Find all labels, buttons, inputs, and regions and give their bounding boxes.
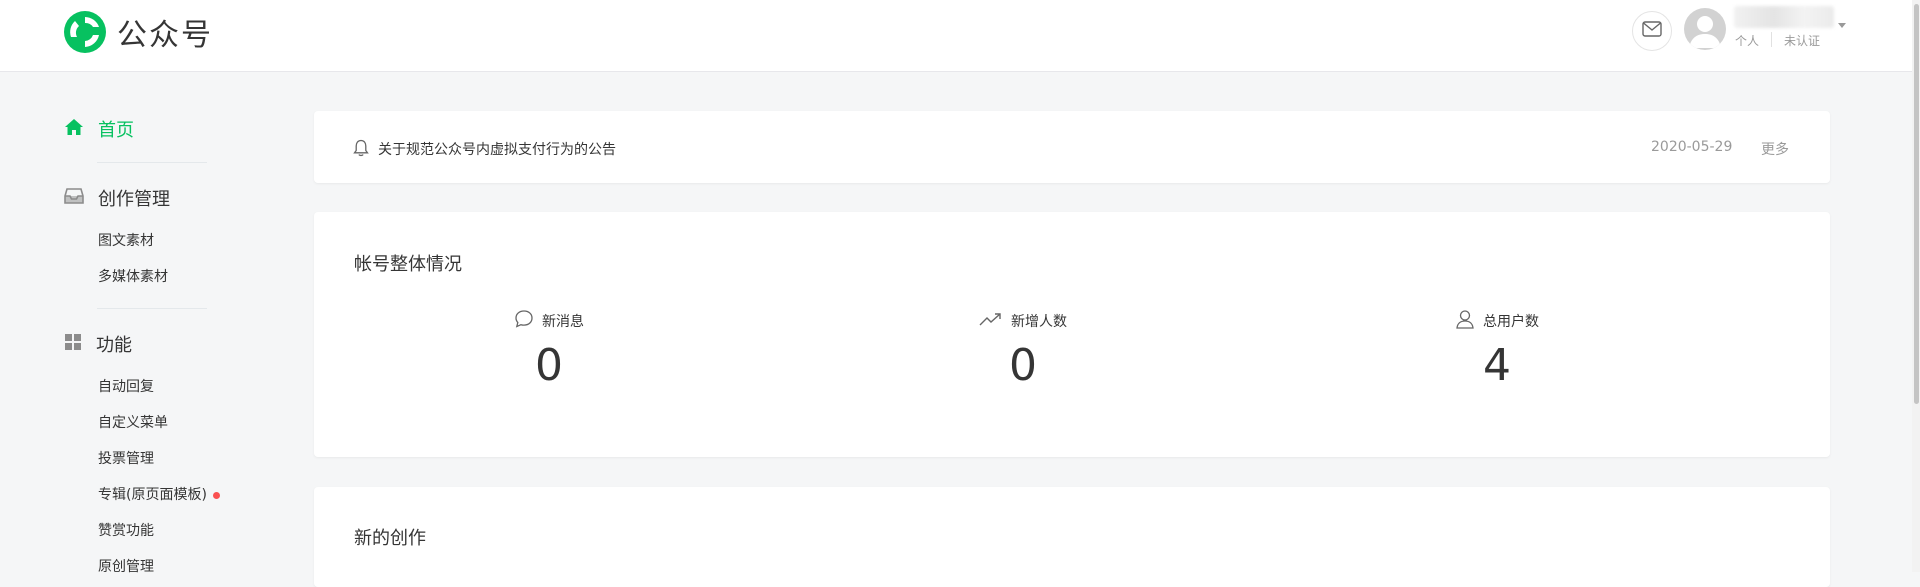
account-name-redacted <box>1734 6 1834 28</box>
section-title: 新的创作 <box>354 528 426 549</box>
new-creation-card: 新的创作 <box>314 487 1830 587</box>
sidebar-item-albums[interactable]: 专辑(原页面模板) <box>98 484 220 504</box>
bell-icon <box>353 139 369 161</box>
trend-up-icon <box>979 311 1003 331</box>
divider <box>97 308 207 309</box>
section-title: 帐号整体情况 <box>354 254 462 275</box>
stat-new-messages[interactable]: 新消息 0 <box>399 310 699 392</box>
sidebar-group-label: 功能 <box>96 335 132 356</box>
sidebar-item-home[interactable]: 首页 <box>64 116 134 142</box>
stat-label: 新消息 <box>542 314 584 330</box>
sidebar-group-label: 创作管理 <box>98 189 170 210</box>
new-badge-dot <box>212 491 220 499</box>
account-overview-card: 帐号整体情况 新消息 0 新增人数 0 总用户数 4 <box>314 212 1830 457</box>
scrollbar-thumb[interactable] <box>1914 4 1919 404</box>
notice-date: 2020-05-29 <box>1651 139 1733 155</box>
stat-label: 总用户数 <box>1483 314 1539 330</box>
sidebar-item-multimedia[interactable]: 多媒体素材 <box>98 266 168 286</box>
avatar[interactable] <box>1684 8 1726 50</box>
verification-status: 未认证 <box>1784 34 1821 48</box>
account-type: 个人 <box>1735 34 1760 48</box>
chat-bubble-icon <box>514 309 534 333</box>
stat-label: 新增人数 <box>1011 314 1067 330</box>
sidebar-item-votes[interactable]: 投票管理 <box>98 448 154 468</box>
stat-new-followers[interactable]: 新增人数 0 <box>873 310 1173 392</box>
divider <box>1771 32 1772 47</box>
sidebar-item-original[interactable]: 原创管理 <box>98 556 154 576</box>
sidebar-item-label: 首页 <box>98 120 134 141</box>
user-avatar-icon <box>1689 16 1721 48</box>
sidebar-item-image-text[interactable]: 图文素材 <box>98 230 154 250</box>
mail-button[interactable] <box>1632 11 1672 51</box>
brand-name: 公众号 <box>117 18 213 53</box>
brand[interactable]: 公众号 <box>63 10 213 54</box>
stat-value: 0 <box>1009 340 1037 391</box>
sidebar-item-label: 专辑(原页面模板) <box>98 487 207 503</box>
notice-link[interactable]: 关于规范公众号内虚拟支付行为的公告 <box>378 139 616 159</box>
home-icon <box>64 118 84 140</box>
stat-value: 0 <box>535 340 563 391</box>
mail-icon <box>1642 21 1662 41</box>
sidebar-group-features[interactable]: 功能 <box>64 331 132 357</box>
inbox-icon <box>64 188 84 208</box>
notice-card: 关于规范公众号内虚拟支付行为的公告 2020-05-29 更多 <box>314 111 1830 183</box>
sidebar-item-auto-reply[interactable]: 自动回复 <box>98 376 154 396</box>
sidebar-item-custom-menu[interactable]: 自定义菜单 <box>98 412 168 432</box>
stat-value: 4 <box>1483 340 1511 391</box>
grid-icon <box>64 333 82 355</box>
user-icon <box>1455 309 1475 333</box>
top-bar: 公众号 个人 未认证 <box>0 0 1920 72</box>
stat-total-users[interactable]: 总用户数 4 <box>1347 310 1647 392</box>
divider <box>97 162 207 163</box>
notice-more-link[interactable]: 更多 <box>1761 139 1789 159</box>
sidebar-group-creation[interactable]: 创作管理 <box>64 185 170 211</box>
sidebar-item-reward[interactable]: 赞赏功能 <box>98 520 154 540</box>
chevron-down-icon[interactable] <box>1838 23 1846 28</box>
wechat-mp-logo-icon <box>63 10 107 54</box>
